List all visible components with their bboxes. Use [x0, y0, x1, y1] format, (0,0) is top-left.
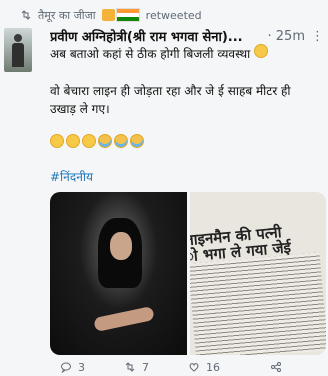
worried-face-emoji [82, 134, 96, 148]
avatar[interactable] [4, 28, 32, 72]
crying-face-emoji [98, 134, 112, 148]
reply-icon [61, 362, 71, 373]
retweet-button[interactable]: 7 [124, 361, 149, 374]
retweet-icon [21, 10, 31, 20]
author-name[interactable]: प्रवीण अग्निहोत्री(श्री राम भगवा सेना)..… [50, 27, 243, 45]
share-button[interactable] [270, 361, 282, 373]
tweet-media[interactable]: लाइनमैन की पत्नी ो भगा ले गया जेई [50, 192, 326, 355]
retweeter-emoji [101, 8, 140, 22]
action-bar: 3 7 16 [60, 360, 318, 374]
retweet-count: 7 [142, 360, 149, 374]
tweet-header: प्रवीण अग्निहोत्री(श्री राम भगवा सेना)..… [50, 26, 324, 46]
emoji-row [50, 134, 144, 148]
indian-flag-emoji [115, 8, 140, 22]
newspaper-columns [190, 252, 326, 355]
flexed-biceps-emoji [101, 9, 115, 21]
media-newspaper-clipping[interactable]: लाइनमैन की पत्नी ो भगा ले गया जेई [190, 192, 326, 355]
crying-face-emoji [130, 134, 144, 148]
reply-count: 3 [78, 360, 85, 374]
like-button[interactable]: 16 [188, 361, 220, 374]
retweeter-name[interactable]: तैमूर का जीजा [38, 8, 96, 23]
tweet-text-line2: वो बेचारा लाइन ही जोड़ता रहा और जे ई साह… [50, 84, 291, 116]
tweet-time[interactable]: · 25m [268, 29, 305, 44]
like-icon [189, 363, 199, 372]
like-count: 16 [206, 360, 220, 374]
worried-face-emoji [254, 44, 269, 58]
share-icon [271, 362, 281, 372]
tweet-text-line1: अब बताओ कहां से ठीक होगी बिजली व्यवस्था [50, 44, 320, 62]
more-options-icon[interactable]: ⋮ [311, 29, 324, 44]
tweet-text-1: अब बताओ कहां से ठीक होगी बिजली व्यवस्था [50, 47, 251, 61]
retweet-icon [125, 362, 135, 372]
retweet-context: तैमूर का जीजा retweeted [20, 6, 308, 24]
hashtag-link[interactable]: #निंदनीय [50, 168, 93, 185]
media-photo-woman[interactable] [50, 192, 187, 355]
crying-face-emoji [114, 134, 128, 148]
worried-face-emoji [66, 134, 80, 148]
retweeted-label: retweeted [145, 8, 202, 22]
worried-face-emoji [50, 134, 64, 148]
reply-button[interactable]: 3 [60, 361, 85, 374]
